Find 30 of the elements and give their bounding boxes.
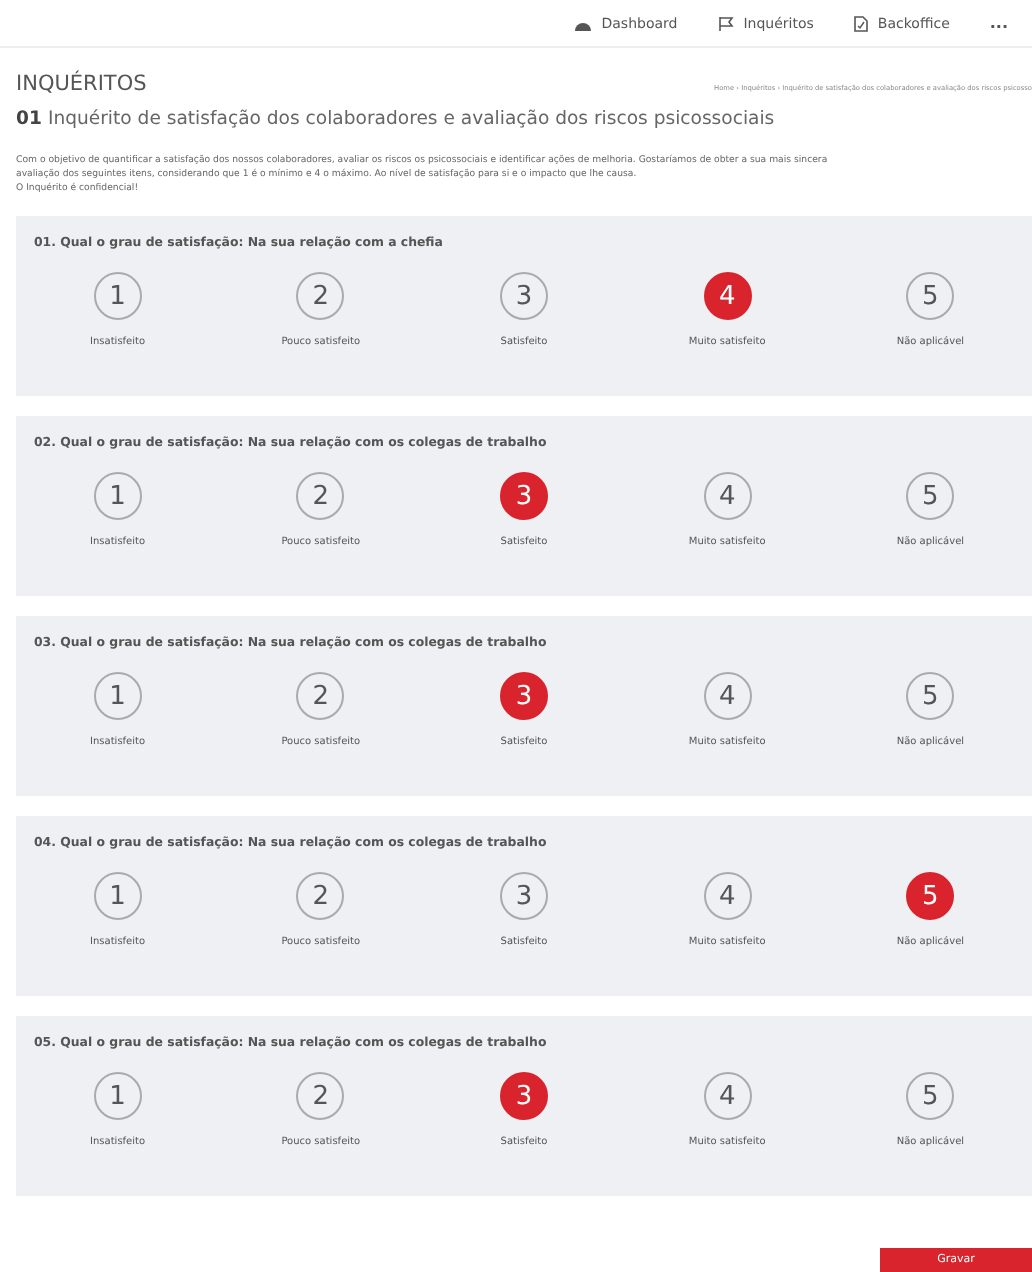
rating-option[interactable]: 3	[499, 1072, 548, 1120]
rating-option[interactable]: 5	[906, 1072, 955, 1120]
rating-option[interactable]: 4	[703, 672, 752, 720]
section-heading: INQUÉRITOS	[16, 72, 147, 96]
rating-option[interactable]: 3	[499, 272, 548, 320]
rating-option[interactable]: 2	[296, 272, 345, 320]
rating-option[interactable]: 3	[499, 672, 548, 720]
rating-option[interactable]: 4	[703, 872, 752, 920]
rating-option[interactable]: 5	[906, 872, 955, 920]
more-menu[interactable]: ...	[989, 14, 1008, 32]
document-icon	[853, 15, 868, 31]
rating-option[interactable]: 2	[296, 1072, 345, 1120]
rating-option[interactable]: 1	[93, 1072, 142, 1120]
survey-title: 01 Inquérito de satisfação dos colaboradores e avaliação dos riscos psicossociais	[14, 106, 777, 130]
rating-option[interactable]: 1	[93, 272, 142, 320]
rating-option[interactable]: 1	[93, 672, 142, 720]
rating-option[interactable]: 4	[703, 472, 752, 520]
rating-option[interactable]: 5	[906, 272, 955, 320]
rating-option[interactable]: 2	[296, 872, 345, 920]
rating-option[interactable]: 2	[296, 672, 345, 720]
rating-option[interactable]: 5	[906, 672, 955, 720]
rating-option[interactable]: 4	[703, 1072, 752, 1120]
rating-option[interactable]: 4	[703, 272, 752, 320]
rating-option[interactable]: 3	[499, 872, 548, 920]
rating-option[interactable]: 5	[906, 472, 955, 520]
rating-option[interactable]: 1	[93, 472, 142, 520]
rating-option[interactable]: 2	[296, 472, 345, 520]
rating-option[interactable]: 3	[499, 472, 548, 520]
rating-option[interactable]: 1	[93, 872, 142, 920]
flag-icon	[717, 15, 734, 31]
